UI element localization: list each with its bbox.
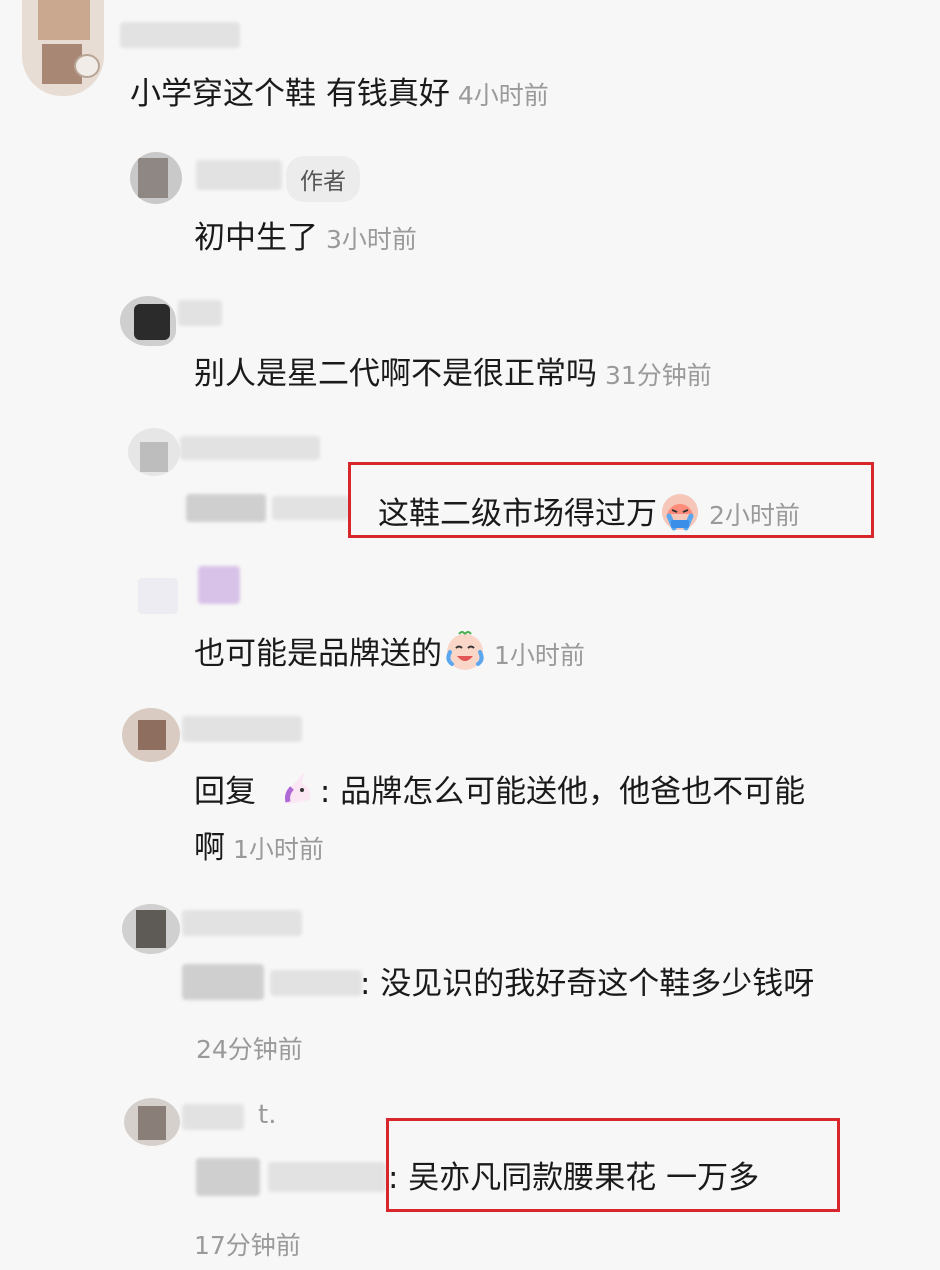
comment-time: 24分钟前 [196, 1035, 303, 1064]
comment-body: : 没见识的我好奇这个鞋多少钱呀 [360, 966, 815, 1002]
avatar[interactable] [130, 152, 182, 204]
username-redacted[interactable] [182, 1104, 244, 1130]
reply-prefix-redacted [186, 494, 266, 522]
comment-time: 17分钟前 [194, 1231, 301, 1260]
comment-time: 4小时前 [457, 81, 549, 110]
comment-time: 31分钟前 [605, 361, 712, 390]
avatar[interactable] [120, 296, 176, 346]
comment-4-text: 这鞋二级市场得过万 2小时前 [378, 490, 800, 536]
reply-prefix-redacted [182, 964, 264, 1000]
comment-5-text: 也可能是品牌送的 1小时前 [194, 630, 585, 676]
comment-3-text: 别人是星二代啊不是很正常吗 31分钟前 [194, 354, 712, 396]
username-redacted[interactable] [178, 300, 222, 326]
comment-8-text: : 吴亦凡同款腰果花 一万多 [388, 1158, 759, 1198]
unicorn-emoji-icon [284, 772, 311, 804]
comment-time: 1小时前 [494, 641, 585, 670]
comment-body: 啊 [194, 830, 225, 866]
comment-body: 别人是星二代啊不是很正常吗 [194, 356, 597, 392]
comment-body: 也可能是品牌送的 [194, 636, 442, 672]
comment-time: 2小时前 [709, 501, 800, 530]
avatar[interactable] [22, 0, 104, 96]
reply-target-redacted [268, 1162, 386, 1192]
comment-2-text: 初中生了 3小时前 [194, 218, 417, 260]
reply-target-redacted [272, 496, 350, 520]
comment-1-text: 小学穿这个鞋 有钱真好 4小时前 [130, 74, 549, 116]
comment-6-text-continued: 啊 1小时前 [194, 828, 324, 870]
username-redacted[interactable] [182, 910, 302, 936]
avatar[interactable] [138, 578, 178, 614]
avatar[interactable] [122, 708, 180, 762]
comment-body: : 吴亦凡同款腰果花 一万多 [388, 1160, 760, 1196]
avatar[interactable] [124, 1098, 180, 1146]
username-redacted[interactable] [196, 160, 282, 190]
comment-body: 初中生了 [194, 220, 318, 256]
reply-prefix-redacted [196, 1158, 260, 1196]
reply-target-redacted [270, 970, 362, 996]
username-redacted[interactable] [120, 22, 240, 48]
author-badge: 作者 [286, 156, 360, 202]
username-redacted[interactable] [198, 566, 240, 604]
comment-7-text: : 没见识的我好奇这个鞋多少钱呀 [360, 964, 814, 1004]
comment-body: 小学穿这个鞋 有钱真好 [130, 76, 450, 112]
laugh-cry-emoji-icon [446, 631, 484, 670]
comment-time: 3小时前 [326, 225, 417, 254]
username-redacted[interactable] [182, 716, 302, 742]
avatar[interactable] [128, 428, 180, 476]
username-fragment: t. [258, 1100, 277, 1130]
comment-time: 1小时前 [233, 835, 324, 864]
avatar[interactable] [122, 904, 180, 954]
username-redacted[interactable] [180, 436, 320, 460]
comment-body: 这鞋二级市场得过万 [378, 496, 657, 532]
reply-prefix: 回复 [194, 774, 256, 810]
crying-face-emoji-icon [662, 494, 698, 531]
comment-body: : 品牌怎么可能送他，他爸也不可能 [319, 774, 806, 810]
comment-6-text: 回复 : 品牌怎么可能送他，他爸也不可能 [194, 768, 805, 812]
